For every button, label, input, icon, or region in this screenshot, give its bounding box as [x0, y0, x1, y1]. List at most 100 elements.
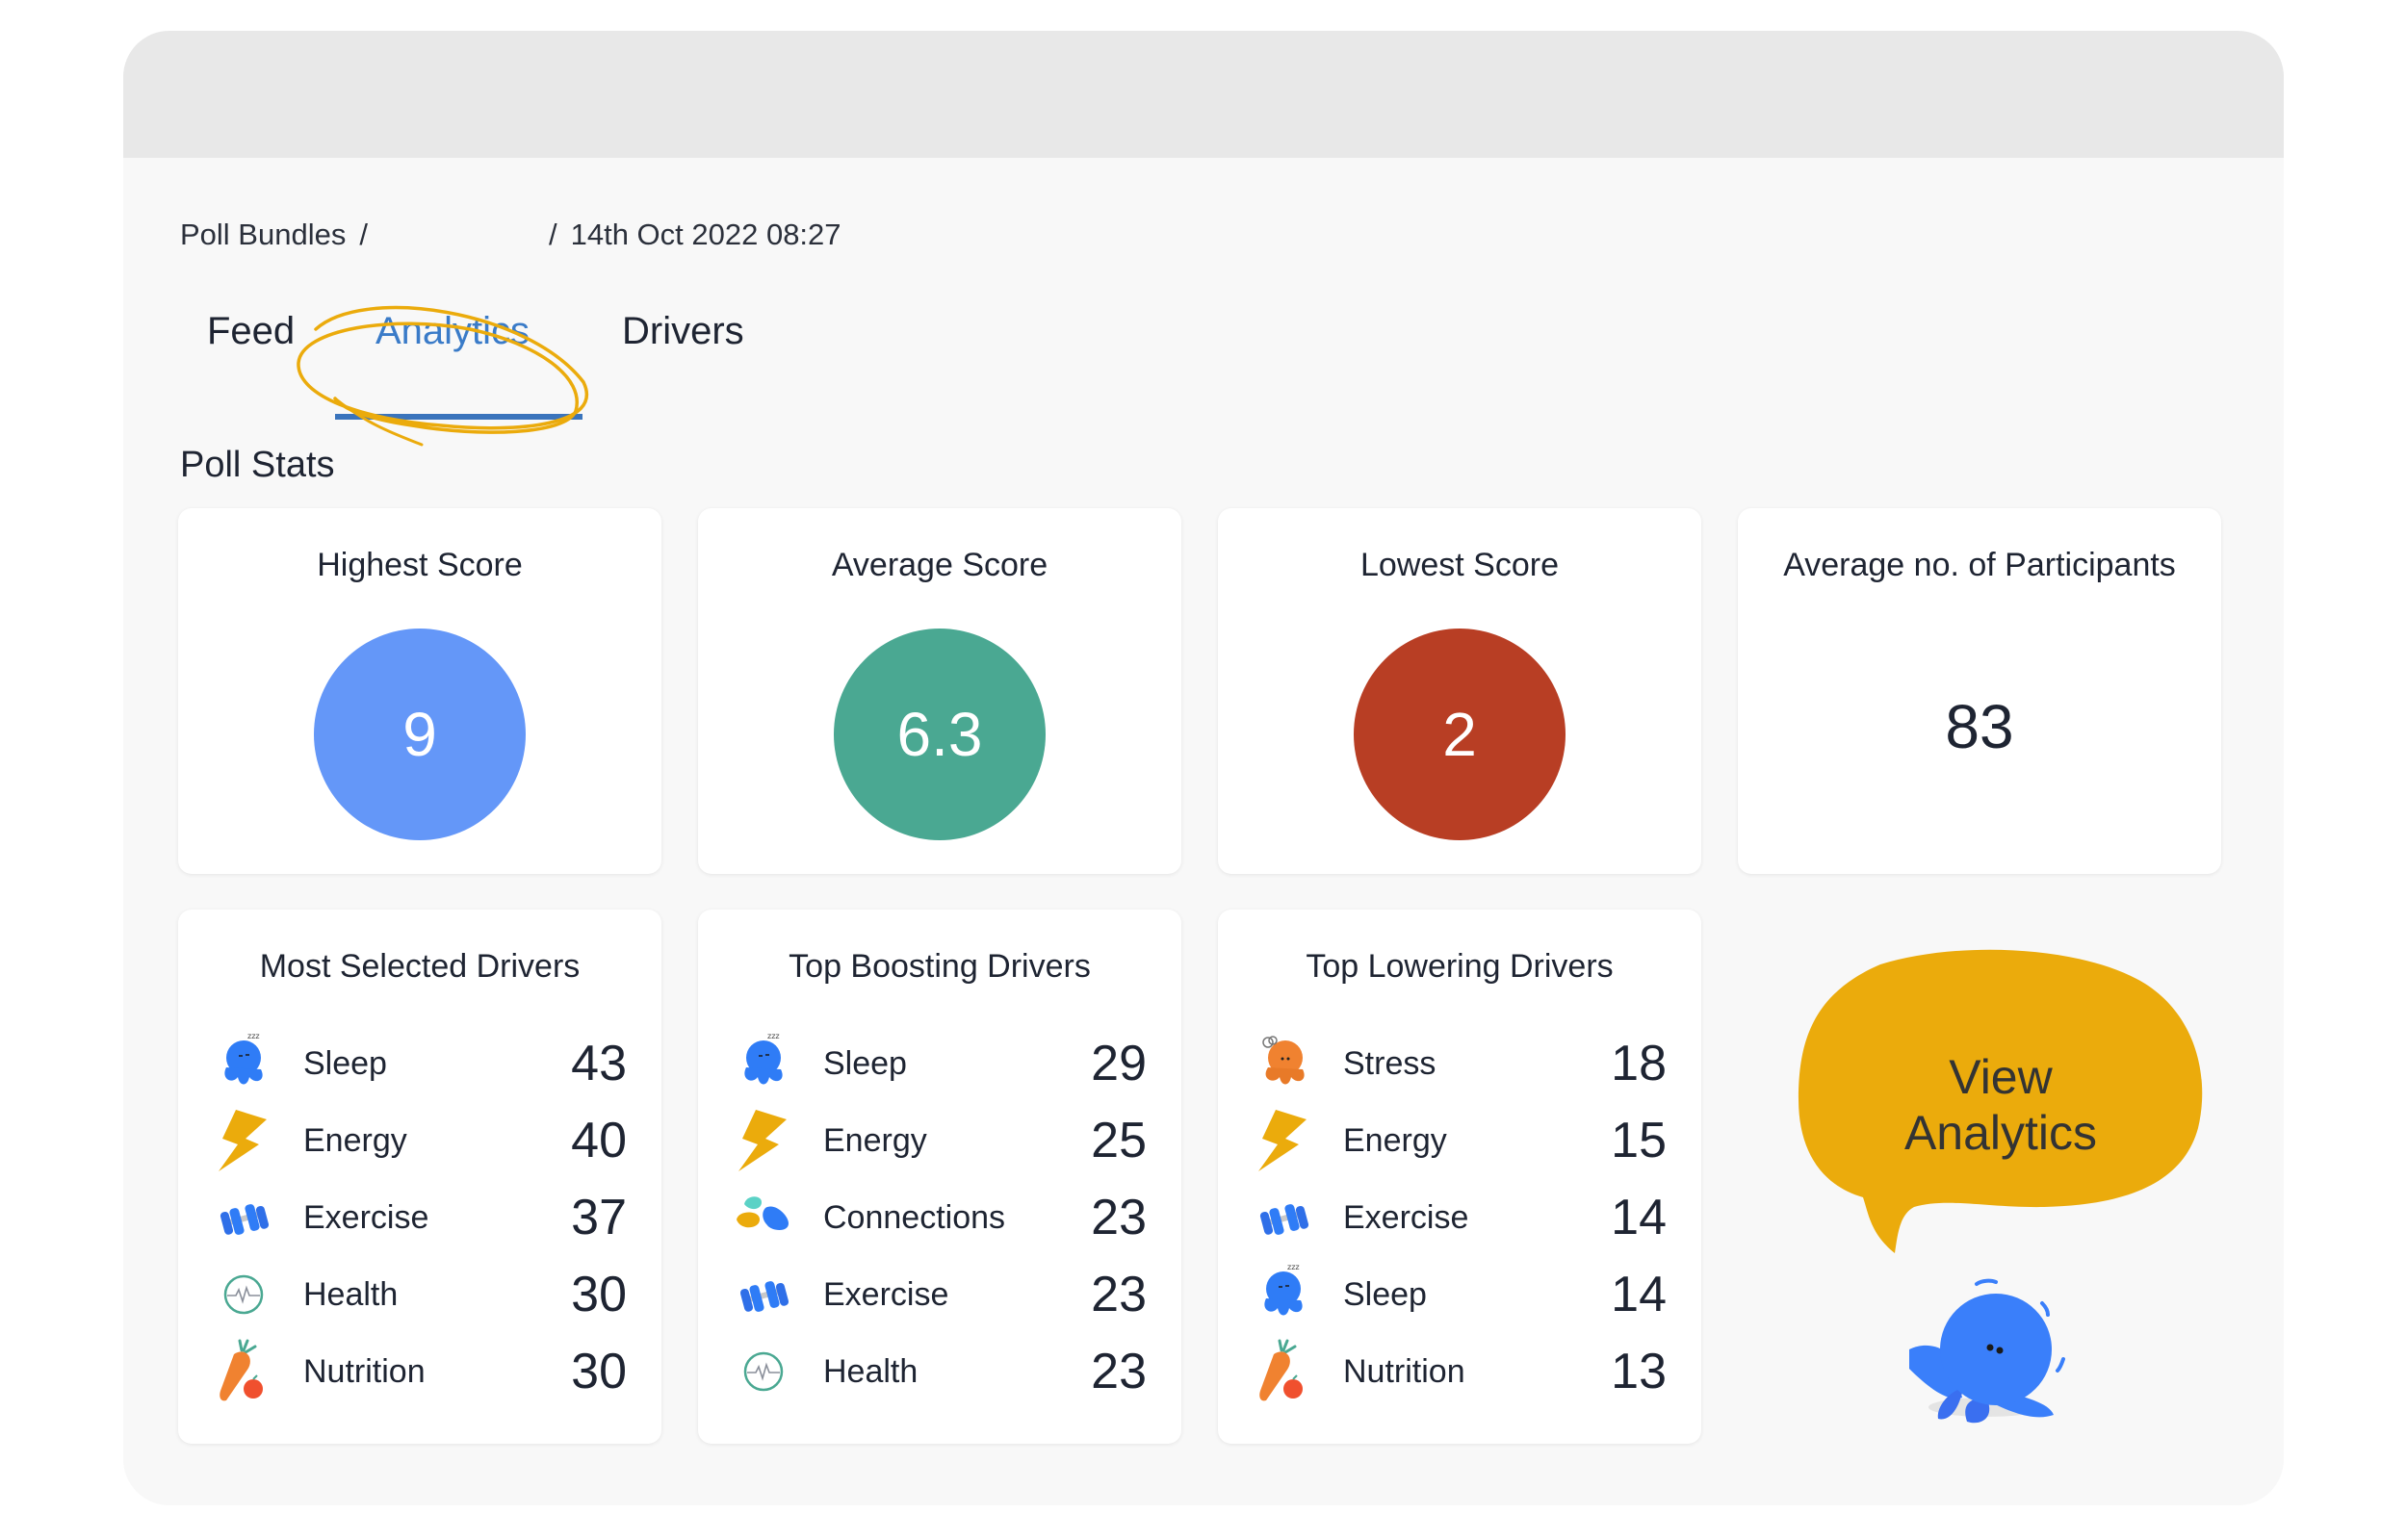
driver-name: Health [823, 1352, 919, 1390]
tab-analytics[interactable]: Analytics [375, 310, 530, 353]
stat-title: Average Score [831, 547, 1048, 583]
lightning-bolt-icon [733, 1106, 794, 1175]
dumbbell-icon [733, 1260, 794, 1329]
driver-count: 43 [571, 1036, 627, 1091]
connections-icon [733, 1183, 794, 1252]
driver-row: Health 23 [733, 1333, 1147, 1410]
svg-text:zzz: zzz [767, 1032, 780, 1040]
app-window: Poll Bundles / / 14th Oct 2022 08:27 Feed A… [123, 31, 2284, 1505]
carrot-apple-icon [213, 1337, 274, 1406]
driver-name: Sleep [303, 1044, 387, 1082]
driver-row: Energy 25 [733, 1102, 1147, 1179]
lightning-bolt-icon [213, 1106, 274, 1175]
score-circle: 2 [1354, 629, 1566, 840]
driver-count: 23 [1091, 1190, 1147, 1245]
tab-drivers[interactable]: Drivers [622, 310, 744, 353]
driver-count: 30 [571, 1267, 627, 1322]
heartbeat-icon [733, 1337, 794, 1406]
stat-title: Highest Score [317, 547, 523, 583]
driver-name: Energy [1343, 1121, 1447, 1159]
driver-count: 23 [1091, 1344, 1147, 1399]
driver-list: zzz Sleep 29 Energy 25 Connections 23 Exercise 2… [733, 1025, 1147, 1424]
driver-card-title: Top Lowering Drivers [1306, 948, 1614, 985]
carrot-apple-icon [1253, 1337, 1314, 1406]
driver-row: Stress 18 [1253, 1025, 1667, 1102]
tab-bar: Feed Analytics Drivers [123, 310, 990, 425]
driver-name: Exercise [1343, 1198, 1469, 1236]
driver-card-title: Top Boosting Drivers [789, 948, 1091, 985]
driver-card-top-lowering: Top Lowering Drivers Stress 18 Energy 15 Exe… [1218, 910, 1701, 1444]
driver-name: Exercise [303, 1198, 429, 1236]
driver-count: 30 [571, 1344, 627, 1399]
sleep-octopus-icon: zzz [213, 1029, 274, 1098]
driver-name: Energy [303, 1121, 407, 1159]
driver-name: Connections [823, 1198, 1006, 1236]
driver-row: zzz Sleep 43 [213, 1025, 627, 1102]
driver-name: Nutrition [1343, 1352, 1465, 1390]
driver-row: zzz Sleep 14 [1253, 1256, 1667, 1333]
driver-count: 15 [1611, 1113, 1667, 1168]
breadcrumb-separator: / [359, 218, 368, 251]
window-header-bar [123, 31, 2284, 158]
stat-title: Lowest Score [1360, 547, 1559, 583]
driver-row: Exercise 14 [1253, 1179, 1667, 1256]
participants-value: 83 [1945, 692, 2014, 761]
driver-row: Health 30 [213, 1256, 627, 1333]
heartbeat-icon [213, 1260, 274, 1329]
driver-name: Exercise [823, 1275, 949, 1313]
svg-text:zzz: zzz [1287, 1263, 1300, 1271]
driver-card-most-selected: Most Selected Drivers zzz Sleep 43 Energy 40… [178, 910, 661, 1444]
view-analytics-callout[interactable]: View Analytics [1794, 945, 2208, 1446]
driver-row: Energy 40 [213, 1102, 627, 1179]
driver-name: Nutrition [303, 1352, 426, 1390]
lightning-bolt-icon [1253, 1106, 1314, 1175]
score-circle: 6.3 [834, 629, 1046, 840]
driver-row: Energy 15 [1253, 1102, 1667, 1179]
driver-count: 23 [1091, 1267, 1147, 1322]
driver-list: zzz Sleep 43 Energy 40 Exercise 37 Health 30 Nutr… [213, 1025, 627, 1424]
score-circle: 9 [314, 629, 526, 840]
driver-name: Stress [1343, 1044, 1436, 1082]
driver-list: Stress 18 Energy 15 Exercise 14 zzz Sleep 14 Nutr… [1253, 1025, 1667, 1424]
stress-octopus-icon [1253, 1029, 1314, 1098]
octopus-mascot-icon [1909, 1278, 2065, 1424]
driver-row: Nutrition 13 [1253, 1333, 1667, 1410]
stat-card-average-score: Average Score 6.3 [698, 508, 1181, 874]
driver-count: 13 [1611, 1344, 1667, 1399]
driver-count: 14 [1611, 1267, 1667, 1322]
driver-count: 37 [571, 1190, 627, 1245]
driver-row: Exercise 23 [733, 1256, 1147, 1333]
driver-row: zzz Sleep 29 [733, 1025, 1147, 1102]
driver-name: Sleep [1343, 1275, 1427, 1313]
driver-count: 25 [1091, 1113, 1147, 1168]
driver-card-title: Most Selected Drivers [259, 948, 581, 985]
stat-title: Average no. of Participants [1783, 547, 2176, 583]
stat-card-lowest-score: Lowest Score 2 [1218, 508, 1701, 874]
driver-row: Nutrition 30 [213, 1333, 627, 1410]
sleep-octopus-icon: zzz [1253, 1260, 1314, 1329]
breadcrumb-separator: / [548, 218, 557, 251]
breadcrumb-current: 14th Oct 2022 08:27 [570, 218, 841, 251]
driver-count: 18 [1611, 1036, 1667, 1091]
callout-line-1: View [1949, 1050, 2053, 1104]
driver-count: 29 [1091, 1036, 1147, 1091]
breadcrumb: Poll Bundles / / 14th Oct 2022 08:27 [180, 218, 841, 252]
driver-name: Energy [823, 1121, 927, 1159]
dumbbell-icon [213, 1183, 274, 1252]
breadcrumb-root-link[interactable]: Poll Bundles [180, 218, 346, 251]
driver-count: 40 [571, 1113, 627, 1168]
driver-count: 14 [1611, 1190, 1667, 1245]
driver-name: Health [303, 1275, 399, 1313]
stat-card-highest-score: Highest Score 9 [178, 508, 661, 874]
driver-row: Connections 23 [733, 1179, 1147, 1256]
active-tab-indicator [335, 414, 582, 420]
callout-line-2: Analytics [1903, 1106, 2098, 1160]
driver-name: Sleep [823, 1044, 907, 1082]
view-analytics-label[interactable]: View Analytics [1794, 1049, 2208, 1161]
tab-feed[interactable]: Feed [207, 310, 295, 353]
stat-card-average-participants: Average no. of Participants 83 [1738, 508, 2221, 874]
dumbbell-icon [1253, 1183, 1314, 1252]
speech-bubble-icon [1799, 949, 2203, 1424]
svg-text:zzz: zzz [247, 1032, 260, 1040]
driver-card-top-boosting: Top Boosting Drivers zzz Sleep 29 Energy 25 C… [698, 910, 1181, 1444]
